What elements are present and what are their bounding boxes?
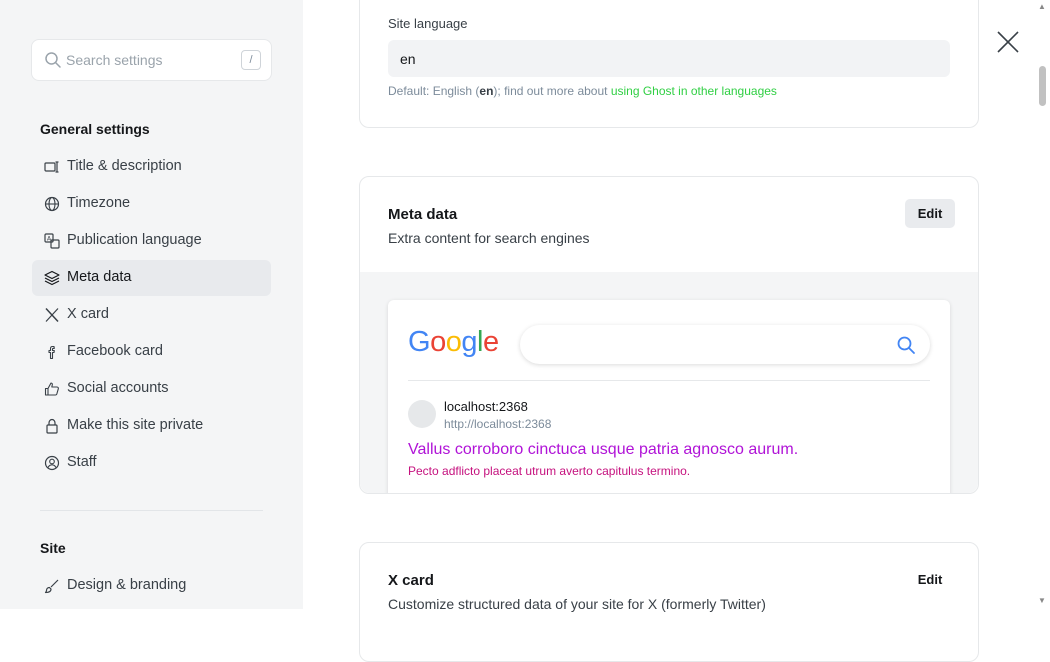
x-logo-icon — [45, 307, 59, 323]
sidebar-item-label: Staff — [67, 454, 97, 470]
shortcut-key: / — [241, 50, 261, 70]
site-language-label: Site language — [388, 16, 468, 31]
scroll-up-icon[interactable]: ▲ — [1038, 2, 1046, 11]
site-language-input[interactable] — [388, 40, 950, 77]
sidebar-item-timezone[interactable]: Timezone — [32, 186, 271, 222]
sidebar-item-label: Title & description — [67, 158, 182, 174]
general-settings-heading: General settings — [40, 121, 150, 137]
site-heading: Site — [40, 540, 66, 556]
language-hint: Default: English (en); find out more abo… — [388, 84, 777, 98]
sidebar-item-staff[interactable]: Staff — [32, 445, 271, 481]
google-search-bar — [520, 325, 930, 364]
language-card: Site language Default: English (en); fin… — [359, 0, 979, 128]
sidebar-item-label: Publication language — [67, 232, 202, 248]
sidebar-item-label: Make this site private — [67, 417, 204, 433]
brush-icon — [44, 579, 59, 594]
sidebar-item-label: Meta data — [67, 269, 132, 285]
sidebar-item-meta-data[interactable]: Meta data — [32, 260, 271, 296]
staff-icon — [44, 455, 60, 471]
main-scrollbar[interactable]: ▲ ▼ — [1036, 0, 1050, 609]
sidebar-item-facebook-card[interactable]: Facebook card — [32, 334, 271, 370]
sidebar-item-title-description[interactable]: Title & description — [32, 149, 271, 185]
sidebar-item-label: Design & branding — [67, 577, 187, 593]
sidebar-item-social-accounts[interactable]: Social accounts — [32, 371, 271, 407]
thumbs-up-icon — [44, 382, 59, 396]
meta-data-subtitle: Extra content for search engines — [388, 230, 590, 246]
x-card-card: X card Customize structured data of your… — [359, 542, 979, 662]
google-preview: Google localhost:2368 http://localhost:2… — [388, 300, 950, 493]
scrollbar-thumb[interactable] — [1039, 66, 1046, 106]
preview-result-description: Pecto adflicto placeat utrum averto capi… — [408, 464, 691, 478]
facebook-icon — [48, 345, 55, 360]
settings-sidebar: / General settings Title & description T… — [0, 0, 303, 609]
close-icon[interactable] — [996, 30, 1020, 54]
sidebar-item-design-branding[interactable]: Design & branding — [32, 568, 271, 604]
x-card-edit-button[interactable]: Edit — [905, 565, 955, 594]
preview-site-name: localhost:2368 — [444, 399, 528, 414]
preview-site-url: http://localhost:2368 — [444, 417, 552, 431]
search-icon — [45, 52, 61, 68]
site-favicon — [408, 400, 436, 428]
search-preview-area: Google localhost:2368 http://localhost:2… — [360, 272, 978, 493]
preview-divider — [408, 380, 930, 381]
sidebar-divider — [40, 510, 263, 511]
sidebar-item-x-card[interactable]: X card — [32, 297, 271, 333]
meta-data-edit-button[interactable]: Edit — [905, 199, 955, 228]
meta-data-card: Meta data Extra content for search engin… — [359, 176, 979, 494]
sidebar-item-label: Facebook card — [67, 343, 163, 359]
x-card-subtitle: Customize structured data of your site f… — [388, 596, 766, 612]
title-description-icon — [44, 161, 59, 173]
sidebar-item-label: Timezone — [67, 195, 131, 211]
search-input[interactable] — [66, 49, 226, 71]
preview-result-title: Vallus corroboro cinctuca usque patria a… — [408, 441, 799, 458]
lock-icon — [46, 418, 58, 434]
sidebar-item-label: X card — [67, 306, 109, 322]
translate-icon: A — [44, 233, 60, 249]
search-box[interactable]: / — [31, 39, 272, 81]
ghost-languages-link[interactable]: using Ghost in other languages — [611, 84, 777, 98]
sidebar-item-publication-language[interactable]: A Publication language — [32, 223, 271, 259]
layers-icon — [44, 270, 60, 286]
x-card-title: X card — [388, 572, 434, 589]
meta-data-title: Meta data — [388, 206, 458, 223]
search-icon — [897, 336, 915, 354]
sidebar-item-label: Social accounts — [67, 380, 169, 396]
google-logo: Google — [408, 326, 499, 358]
sidebar-item-make-site-private[interactable]: Make this site private — [32, 408, 271, 444]
scroll-down-icon[interactable]: ▼ — [1038, 596, 1046, 605]
globe-icon — [44, 196, 60, 212]
